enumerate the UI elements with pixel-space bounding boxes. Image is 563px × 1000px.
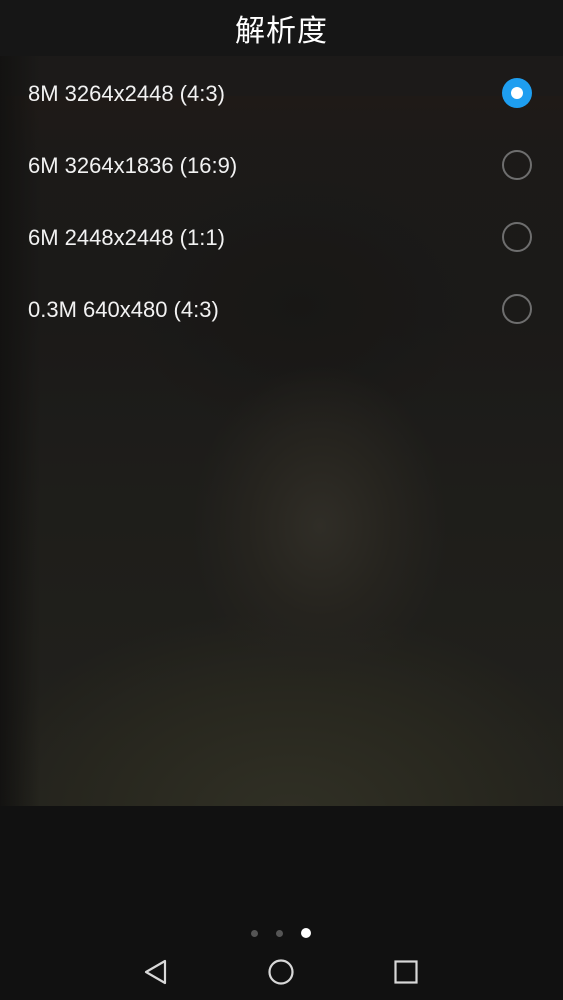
page-title: 解析度	[235, 14, 328, 49]
recents-icon	[394, 960, 418, 984]
page-indicator	[0, 928, 563, 940]
home-icon	[268, 959, 294, 985]
home-button[interactable]	[263, 954, 299, 990]
radio-button-icon[interactable]	[502, 294, 532, 324]
camera-settings-screen: 解析度 8M 3264x2448 (4:3) 6M 3264x1836 (16:…	[0, 0, 563, 1000]
resolution-option-6m-16-9[interactable]: 6M 3264x1836 (16:9)	[0, 130, 563, 202]
resolution-option-label: 6M 3264x1836 (16:9)	[28, 153, 238, 178]
radio-button-icon[interactable]	[502, 150, 532, 180]
resolution-option-label: 6M 2448x2448 (1:1)	[28, 225, 225, 250]
resolution-option-6m-1-1[interactable]: 6M 2448x2448 (1:1)	[0, 202, 563, 274]
resolution-option-label: 8M 3264x2448 (4:3)	[28, 81, 225, 106]
back-icon	[144, 959, 167, 985]
resolution-option-label: 0.3M 640x480 (4:3)	[28, 297, 219, 322]
page-indicator-dot	[276, 930, 283, 937]
page-indicator-dot	[251, 930, 258, 937]
resolution-options-list: 8M 3264x2448 (4:3) 6M 3264x1836 (16:9) 6…	[0, 58, 563, 346]
radio-button-selected-icon[interactable]	[502, 78, 532, 108]
resolution-option-0-3m-4-3[interactable]: 0.3M 640x480 (4:3)	[0, 274, 563, 346]
title-bar: 解析度	[0, 0, 563, 56]
back-button[interactable]	[138, 954, 174, 990]
resolution-option-8m-4-3[interactable]: 8M 3264x2448 (4:3)	[0, 58, 563, 130]
page-indicator-dot-active	[301, 928, 311, 938]
recents-button[interactable]	[388, 954, 424, 990]
navigation-bar	[0, 944, 563, 1000]
radio-button-icon[interactable]	[502, 222, 532, 252]
